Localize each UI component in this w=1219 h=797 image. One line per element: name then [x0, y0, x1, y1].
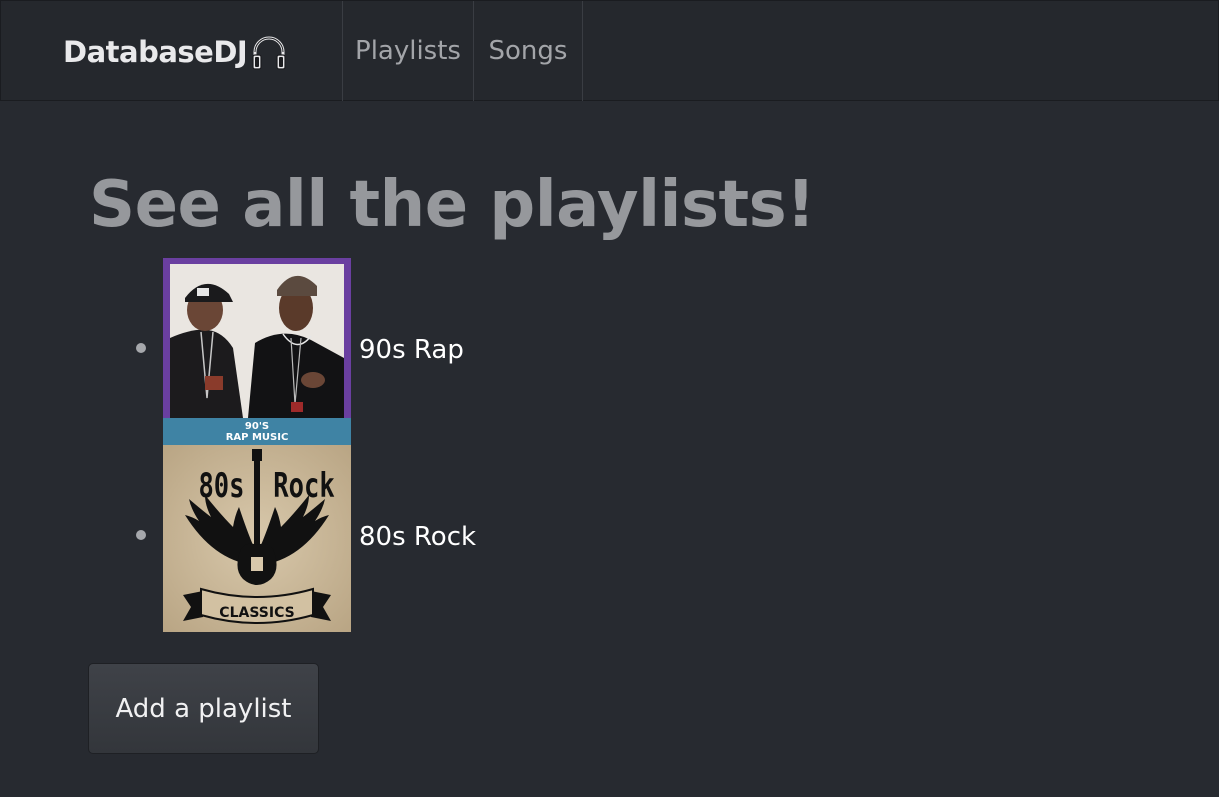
- nav-link-songs[interactable]: Songs: [474, 1, 583, 101]
- playlist-item: 80s Rock CLASSICS 80s Rock: [0, 445, 600, 632]
- list-bullet: [136, 530, 146, 540]
- list-bullet: [136, 343, 146, 353]
- playlist-cover-90s-rap[interactable]: 90'S RAP MUSIC: [163, 258, 351, 445]
- playlist-name[interactable]: 90s Rap: [359, 332, 464, 368]
- nav-link-playlists[interactable]: Playlists: [343, 1, 474, 101]
- playlist-item: 90'S RAP MUSIC 90s Rap: [0, 258, 600, 445]
- cover-caption-line1: 90'S: [245, 421, 269, 432]
- cover-text-rock: Rock: [273, 466, 334, 506]
- navbar: DatabaseDJ Playlists Songs: [0, 0, 1219, 101]
- playlist-cover-80s-rock[interactable]: 80s Rock CLASSICS: [163, 445, 351, 632]
- headphones-icon: [252, 36, 286, 70]
- cover-caption-line2: RAP MUSIC: [226, 432, 289, 443]
- page-title: See all the playlists!: [89, 168, 815, 242]
- brand-name: DatabaseDJ: [63, 34, 248, 69]
- brand-cell: DatabaseDJ: [1, 1, 343, 101]
- cover-banner-text: CLASSICS: [219, 605, 294, 621]
- playlist-name[interactable]: 80s Rock: [359, 519, 476, 555]
- brand-link[interactable]: DatabaseDJ: [63, 31, 289, 72]
- add-playlist-button[interactable]: Add a playlist: [88, 663, 319, 754]
